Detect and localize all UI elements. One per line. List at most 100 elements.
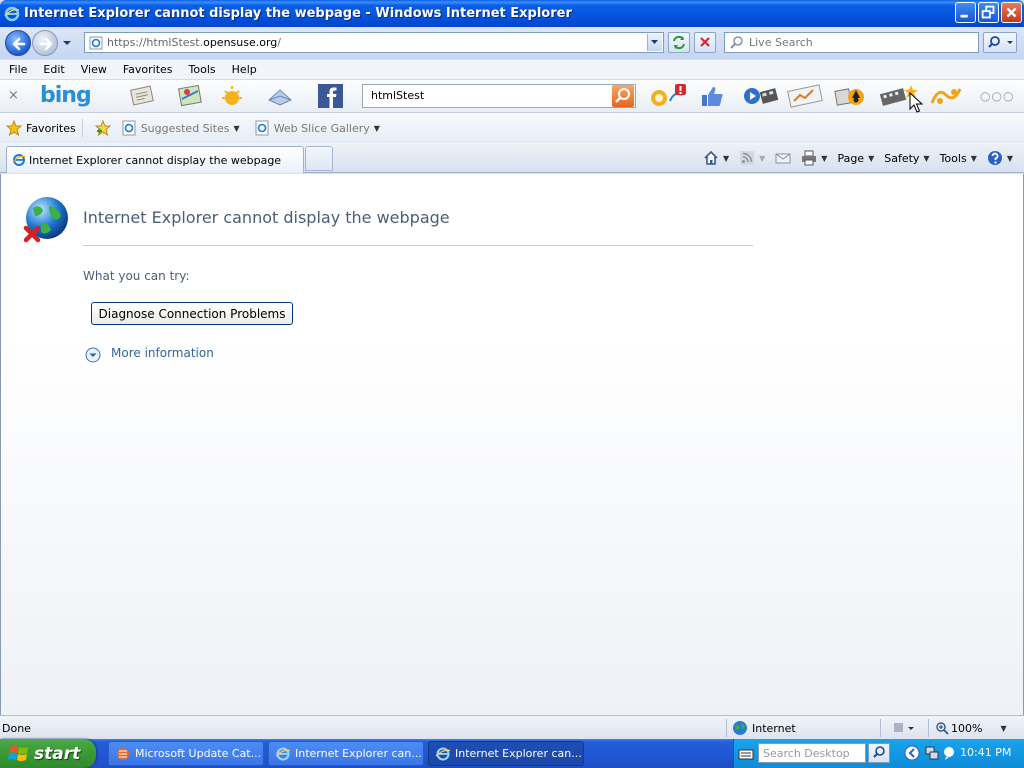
suggested-sites-button[interactable]: Suggested Sites ▼ — [121, 120, 240, 136]
chevron-down-icon: ▼ — [970, 153, 977, 163]
read-mail-button[interactable] — [772, 148, 794, 168]
tab-bar: Internet Explorer cannot display the web… — [0, 143, 1024, 173]
error-title: Internet Explorer cannot display the web… — [83, 208, 450, 227]
security-zone[interactable]: Internet — [732, 720, 796, 736]
new-tab-button[interactable] — [305, 146, 333, 171]
globe-icon — [733, 721, 747, 735]
menu-view[interactable]: View — [72, 63, 114, 76]
start-button[interactable]: start — [0, 739, 96, 768]
arrow-right-icon — [39, 37, 53, 51]
menu-favorites[interactable]: Favorites — [114, 63, 180, 76]
live-search-box[interactable] — [724, 32, 979, 53]
ie-icon — [275, 747, 291, 760]
bing-logo[interactable]: bing — [40, 83, 92, 108]
search-icon — [988, 36, 1013, 48]
print-button[interactable]: ▼ — [798, 148, 830, 168]
command-bar: ▼ ▼ ▼ Page ▼ Safety ▼ Tools ▼ ▼ — [700, 148, 1016, 168]
facebook-icon[interactable] — [316, 83, 344, 109]
like-icon[interactable] — [698, 83, 726, 109]
maps-icon[interactable] — [176, 83, 204, 109]
title-bar[interactable]: Internet Explorer cannot display the web… — [0, 0, 1024, 27]
more-information-link[interactable]: More information — [111, 346, 214, 360]
favorites-divider — [81, 119, 83, 137]
mouse-cursor-icon — [909, 92, 923, 113]
feeds-button[interactable]: ▼ — [736, 148, 768, 168]
taskbar-item-microsoft-update[interactable]: Microsoft Update Cat... — [108, 741, 264, 766]
horoscope-icon[interactable] — [928, 83, 964, 109]
recent-pages-dropdown[interactable] — [62, 38, 72, 48]
taskbar-item-ie-1[interactable]: Internet Explorer can... — [268, 741, 424, 766]
menu-file[interactable]: File — [0, 63, 34, 76]
page-content: Internet Explorer cannot display the web… — [0, 174, 1024, 715]
keyboard-icon[interactable] — [738, 747, 754, 761]
chevron-down-icon — [651, 40, 658, 44]
stop-icon — [700, 37, 710, 47]
expand-circle-icon[interactable] — [85, 347, 101, 363]
zoom-level-button[interactable]: 100% ▼ — [935, 721, 1007, 735]
diagnose-connection-button[interactable]: Diagnose Connection Problems — [91, 302, 293, 325]
protected-mode-icon[interactable] — [890, 720, 918, 736]
status-divider — [880, 719, 881, 737]
security-zone-label: Internet — [752, 721, 796, 735]
help-button[interactable]: ▼ — [984, 148, 1016, 168]
menu-tools[interactable]: Tools — [180, 63, 223, 76]
live-search-input[interactable] — [749, 36, 969, 49]
restore-icon — [981, 5, 995, 19]
menu-edit[interactable]: Edit — [34, 63, 71, 76]
ie-icon — [12, 154, 26, 166]
safety-menu-label: Safety — [884, 151, 920, 165]
games-icon[interactable] — [832, 83, 872, 109]
status-text: Done — [2, 722, 31, 735]
refresh-button[interactable] — [668, 32, 690, 53]
weather-icon[interactable] — [218, 83, 246, 109]
taskbar-item-ie-2[interactable]: Internet Explorer can... — [428, 741, 584, 766]
page-menu-label: Page — [837, 151, 865, 165]
ie-icon — [435, 747, 451, 760]
suggested-sites-label: Suggested Sites — [140, 121, 230, 135]
desktop-search-button[interactable] — [868, 743, 890, 763]
minimize-button[interactable] — [955, 2, 976, 23]
back-button[interactable] — [5, 30, 31, 56]
alerts-icon[interactable] — [648, 83, 690, 109]
mail-icon[interactable] — [266, 83, 294, 109]
desktop-search-input[interactable]: Search Desktop — [758, 743, 866, 763]
page-menu-button[interactable]: Page ▼ — [834, 148, 877, 168]
tools-menu-button[interactable]: Tools ▼ — [937, 148, 980, 168]
chevron-down-icon: ▼ — [868, 153, 875, 163]
tab-active[interactable]: Internet Explorer cannot display the web… — [6, 146, 304, 173]
forward-button[interactable] — [32, 30, 58, 56]
minimize-icon — [960, 14, 968, 18]
ie-page-icon — [255, 120, 269, 136]
bing-search-button[interactable] — [612, 85, 634, 107]
network-icon[interactable] — [924, 745, 940, 761]
search-go-button[interactable] — [983, 32, 1017, 53]
help-icon — [987, 151, 1002, 165]
add-favorite-icon — [94, 120, 111, 136]
news-icon[interactable] — [128, 83, 156, 109]
show-hidden-icons-button[interactable] — [904, 745, 920, 761]
bing-search-input[interactable]: htmlStest — [362, 84, 636, 108]
close-button[interactable] — [1001, 2, 1022, 23]
favorites-button[interactable]: Favorites — [6, 120, 76, 136]
safety-menu-button[interactable]: Safety ▼ — [881, 148, 932, 168]
home-button[interactable]: ▼ — [700, 148, 732, 168]
video-icon[interactable] — [742, 83, 780, 109]
taskbar-item-label: Internet Explorer can... — [455, 747, 582, 760]
stop-button[interactable] — [694, 32, 716, 53]
star-icon — [6, 120, 22, 136]
close-toolbar-button[interactable]: × — [8, 88, 19, 103]
restore-button[interactable] — [978, 2, 999, 23]
menu-help[interactable]: Help — [223, 63, 264, 76]
messenger-icon[interactable] — [942, 745, 958, 761]
mail-icon — [775, 153, 791, 164]
taskbar-item-label: Microsoft Update Cat... — [135, 747, 262, 760]
chevron-down-icon: ▼ — [1006, 153, 1013, 163]
address-field[interactable]: https://htmlStest.opensuse.org/ — [84, 32, 664, 53]
window-title: Internet Explorer cannot display the web… — [24, 6, 572, 21]
add-to-favorites-bar-button[interactable] — [94, 120, 115, 136]
web-slice-gallery-button[interactable]: Web Slice Gallery ▼ — [254, 120, 380, 136]
more-toolbar-buttons[interactable]: ○○○ — [980, 89, 1014, 103]
stocks-icon[interactable] — [786, 83, 826, 109]
address-dropdown[interactable] — [647, 34, 662, 51]
chevron-down-icon: ▼ — [923, 153, 930, 163]
